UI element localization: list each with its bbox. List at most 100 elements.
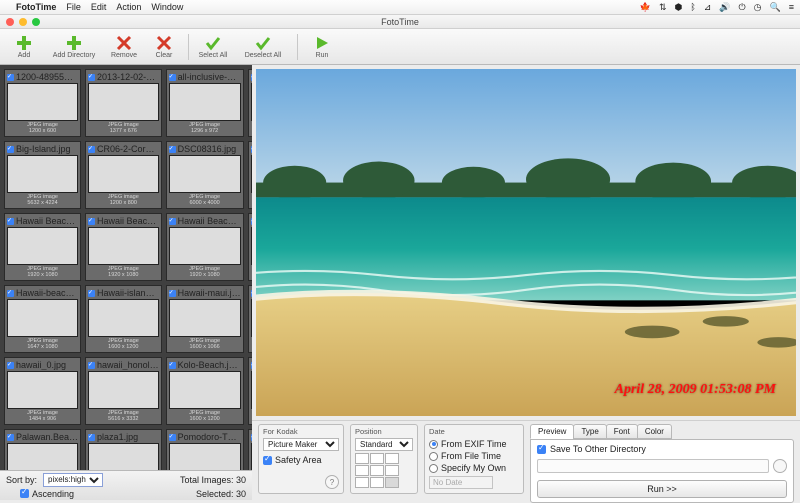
thumbnail[interactable]: Hawaii Beac…JPEG image1920 x 1080	[4, 213, 81, 281]
tab-preview[interactable]: Preview	[530, 424, 574, 439]
thumb-filename: Big-Island.jpg	[16, 144, 71, 154]
minimize-window-button[interactable]	[19, 18, 27, 26]
menu-window[interactable]: Window	[151, 2, 183, 12]
clock-icon[interactable]: ◷	[754, 2, 762, 13]
save-path-field[interactable]	[537, 459, 769, 473]
bluetooth-icon[interactable]: ᛒ	[690, 2, 695, 12]
browse-button[interactable]	[773, 459, 787, 473]
thumbnail[interactable]: Big-Island.jpgJPEG image5632 x 4224	[4, 141, 81, 209]
thumb-checkbox[interactable]	[7, 146, 14, 153]
thumbnail[interactable]: CR06-2-Cor…JPEG image1200 x 800	[85, 141, 162, 209]
remove-button[interactable]: Remove	[106, 30, 142, 64]
zoom-window-button[interactable]	[32, 18, 40, 26]
shield-icon[interactable]: ⬢	[675, 2, 683, 13]
app-menu[interactable]: FotoTime	[16, 2, 56, 12]
from-exif-radio[interactable]	[429, 440, 438, 449]
thumbnail[interactable]: all-inclusive-…JPEG image1296 x 972	[166, 69, 244, 137]
thumbnail[interactable]: Hawaii Beac…JPEG image1920 x 1080	[166, 213, 244, 281]
search-icon[interactable]: 🔍	[770, 2, 781, 13]
date-input[interactable]: No Date	[429, 476, 493, 489]
tab-color[interactable]: Color	[637, 424, 672, 439]
save-other-label: Save To Other Directory	[550, 444, 646, 454]
thumb-checkbox[interactable]	[251, 290, 252, 297]
total-images-label: Total Images: 30	[180, 475, 246, 485]
thumb-checkbox[interactable]	[169, 218, 176, 225]
add-button[interactable]: Add	[6, 30, 42, 64]
menu-icon[interactable]: ≡	[789, 2, 794, 12]
thumbnail[interactable]: Hawaii Beac…JPEG image1920 x 1080	[85, 213, 162, 281]
thumbnail[interactable]: 2013-12-02-…JPEG image1377 x 676	[85, 69, 162, 137]
x-icon	[116, 35, 132, 51]
sort-select[interactable]: pixels:high	[43, 473, 103, 487]
menu-action[interactable]: Action	[116, 2, 141, 12]
thumb-image	[169, 83, 241, 121]
thumbnail[interactable]: plaza1.jpgJPEG image1000 x 608	[85, 429, 162, 470]
thumb-checkbox[interactable]	[169, 362, 176, 369]
thumb-checkbox[interactable]	[88, 74, 95, 81]
thumb-checkbox[interactable]	[169, 146, 176, 153]
toolbar-separator	[297, 34, 298, 60]
thumb-checkbox[interactable]	[169, 74, 176, 81]
thumb-checkbox[interactable]	[88, 218, 95, 225]
picture-maker-select[interactable]: Picture Maker	[263, 438, 339, 451]
safety-area-checkbox[interactable]	[263, 456, 272, 465]
ascending-checkbox[interactable]	[20, 489, 29, 498]
thumb-image	[7, 155, 78, 193]
add-directory-button[interactable]: Add Directory	[46, 30, 102, 64]
thumbnail[interactable]: Kolo-Beach.j…JPEG image1600 x 1200	[166, 357, 244, 425]
thumb-checkbox[interactable]	[88, 290, 95, 297]
thumbnail[interactable]: Hawaii-maui.j…JPEG image1600 x 1066	[166, 285, 244, 353]
date-stamp: April 28, 2009 01:53:08 PM	[615, 382, 776, 398]
menu-file[interactable]: File	[66, 2, 81, 12]
help-button[interactable]: ?	[325, 475, 339, 489]
thumb-checkbox[interactable]	[7, 434, 14, 441]
thumbnail[interactable]: hawaii_0.jpgJPEG image1484 x 906	[4, 357, 81, 425]
clear-button[interactable]: Clear	[146, 30, 182, 64]
thumbnail[interactable]: Palawan.Bea…JPEG image1920 x 1200	[4, 429, 81, 470]
position-grid[interactable]	[355, 453, 413, 488]
thumb-filename: hawaii_0.jpg	[16, 360, 66, 370]
thumb-image	[88, 83, 159, 121]
specify-own-radio[interactable]	[429, 464, 438, 473]
run-batch-button[interactable]: Run >>	[537, 480, 787, 498]
thumb-checkbox[interactable]	[169, 434, 176, 441]
thumb-checkbox[interactable]	[88, 362, 95, 369]
from-file-radio[interactable]	[429, 452, 438, 461]
thumb-checkbox[interactable]	[251, 74, 252, 81]
tab-font[interactable]: Font	[606, 424, 638, 439]
run-button[interactable]: Run	[304, 30, 340, 64]
thumbnail[interactable]: Hawaii-islan…JPEG image1600 x 1200	[85, 285, 162, 353]
thumbnail[interactable]: Pomodoro-T…JPEG image2048 x 1398	[166, 429, 244, 470]
save-other-checkbox[interactable]: ✓	[537, 445, 546, 454]
select-all-button[interactable]: Select All	[195, 30, 231, 64]
thumb-checkbox[interactable]	[7, 218, 14, 225]
thumb-checkbox[interactable]	[251, 362, 252, 369]
status-bar: Sort by: pixels:high Total Images: 30 As…	[0, 470, 252, 500]
position-select[interactable]: Standard	[355, 438, 413, 451]
volume-icon[interactable]: 🔊	[719, 2, 730, 13]
power-icon[interactable]: ⏻	[739, 2, 746, 13]
thumb-checkbox[interactable]	[251, 218, 252, 225]
menu-edit[interactable]: Edit	[91, 2, 107, 12]
thumbnail[interactable]: 1200-48955…JPEG image1200 x 600	[4, 69, 81, 137]
tab-type[interactable]: Type	[573, 424, 606, 439]
clear-icon	[156, 35, 172, 51]
plus-icon	[16, 35, 32, 51]
thumb-checkbox[interactable]	[88, 146, 95, 153]
thumbnail[interactable]: hawaii_honol…JPEG image5616 x 3332	[85, 357, 162, 425]
thumb-checkbox[interactable]	[7, 74, 14, 81]
close-window-button[interactable]	[6, 18, 14, 26]
thumb-checkbox[interactable]	[251, 146, 252, 153]
thumbnail[interactable]: Hawaii-beac…JPEG image1647 x 1080	[4, 285, 81, 353]
deselect-all-button[interactable]: Deselect All	[235, 30, 291, 64]
flag-icon[interactable]: 🍁	[640, 2, 651, 13]
thumb-checkbox[interactable]	[169, 290, 176, 297]
thumbnail-scroll[interactable]: 1200-48955…JPEG image1200 x 6002013-12-0…	[0, 65, 252, 470]
thumb-checkbox[interactable]	[88, 434, 95, 441]
thumb-checkbox[interactable]	[7, 362, 14, 369]
arrows-icon[interactable]: ⇅	[659, 2, 667, 13]
wifi-icon[interactable]: ⊿	[704, 2, 712, 13]
thumbnail[interactable]: DSC08316.jpgJPEG image6000 x 4000	[166, 141, 244, 209]
thumb-checkbox[interactable]	[7, 290, 14, 297]
thumb-checkbox[interactable]	[251, 434, 252, 441]
